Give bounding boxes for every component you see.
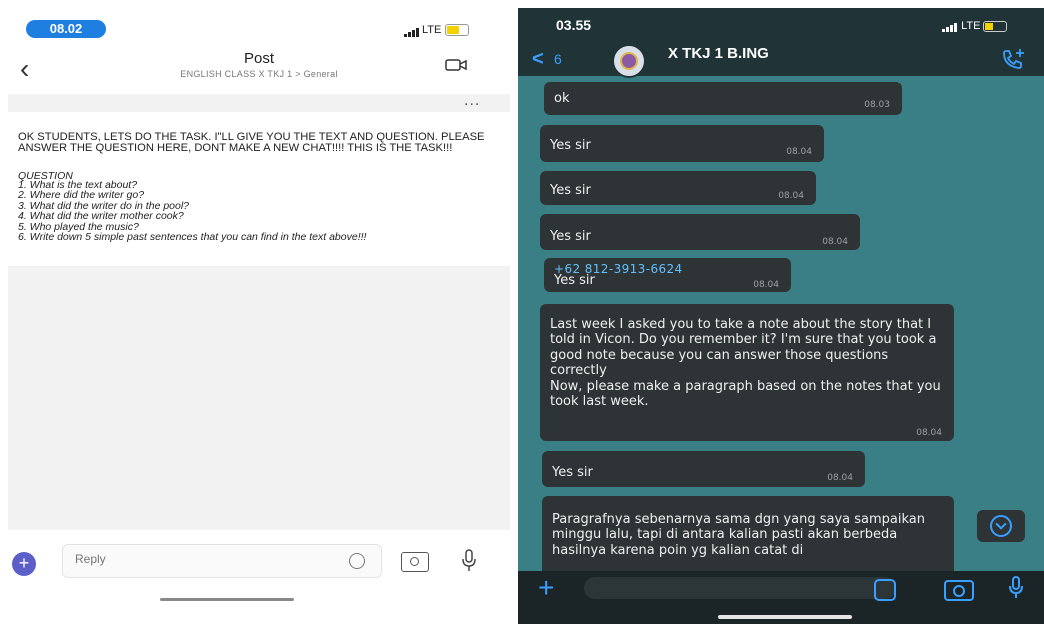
message-text: Yes sir xyxy=(550,229,591,244)
message-time: 08.04 xyxy=(753,280,779,290)
group-avatar[interactable] xyxy=(612,44,646,78)
message-time: 08.04 xyxy=(827,473,853,483)
question-item: 6. Write down 5 simple past sentences th… xyxy=(18,231,367,244)
message-time: 08.04 xyxy=(786,147,812,157)
chat-header: 03.55 LTE < 6 X TKJ 1 B.ING xyxy=(518,8,1044,78)
message-bubble[interactable]: Last week I asked you to take a note abo… xyxy=(540,304,954,441)
sticker-icon[interactable] xyxy=(874,579,896,601)
camera-icon[interactable] xyxy=(401,552,429,572)
network-label: LTE xyxy=(422,23,442,36)
reply-input[interactable] xyxy=(73,551,337,567)
microphone-icon[interactable] xyxy=(460,548,478,574)
message-bubble[interactable]: Yes sir 08.04 xyxy=(540,125,824,162)
signal-bars-icon xyxy=(404,23,420,37)
message-text: Last week I asked you to take a note abo… xyxy=(550,317,941,410)
network-label: LTE xyxy=(961,20,981,32)
video-call-icon[interactable] xyxy=(445,58,467,72)
signal-bars-icon xyxy=(942,20,958,32)
message-text: Paragrafnya sebenarnya sama dgn yang say… xyxy=(552,512,926,558)
message-text: Yes sir xyxy=(552,465,593,480)
message-time: 08.04 xyxy=(916,428,942,438)
home-indicator xyxy=(160,598,294,601)
add-attachment-button[interactable]: + xyxy=(12,552,36,576)
home-indicator xyxy=(718,615,852,619)
reply-bar: + xyxy=(8,530,510,614)
back-chevron-icon[interactable]: < xyxy=(532,48,544,71)
more-options-icon[interactable]: ... xyxy=(464,92,480,110)
message-text: Yes sir xyxy=(550,138,591,153)
battery-icon xyxy=(983,20,1008,32)
scroll-down-button[interactable] xyxy=(977,510,1025,542)
status-time: 08.02 xyxy=(26,20,106,38)
chevron-down-icon xyxy=(990,515,1012,537)
post-body: OK STUDENTS, LETS DO THE TASK. I"LL GIVE… xyxy=(18,131,485,154)
message-bubble[interactable]: Yes sir 08.04 xyxy=(542,451,865,487)
signal-indicator: LTE xyxy=(942,20,1008,32)
message-input[interactable] xyxy=(584,577,896,599)
status-time: 03.55 xyxy=(556,17,592,33)
channel-breadcrumb[interactable]: ENGLISH CLASS X TKJ 1 > General xyxy=(8,69,510,79)
composer-bar: + xyxy=(518,571,1044,624)
message-bubble[interactable]: ok 08.03 xyxy=(544,82,902,115)
emoji-icon[interactable] xyxy=(349,553,365,569)
message-time: 08.04 xyxy=(822,237,848,247)
message-time: 08.04 xyxy=(778,191,804,201)
message-bubble[interactable]: Paragrafnya sebenarnya sama dgn yang say… xyxy=(542,496,954,576)
whatsapp-screen: 03.55 LTE < 6 X TKJ 1 B.ING ok 08.03 Yes… xyxy=(518,8,1044,624)
teams-screen: 08.02 LTE ‹ Post ENGLISH CLASS X TKJ 1 >… xyxy=(8,8,510,614)
message-text: Yes sir xyxy=(554,273,595,288)
status-bar: 08.02 LTE xyxy=(8,8,510,44)
post-header: ‹ Post ENGLISH CLASS X TKJ 1 > General xyxy=(8,44,510,94)
chat-name[interactable]: X TKJ 1 B.ING xyxy=(668,45,769,62)
message-bubble[interactable]: Yes sir 08.04 xyxy=(540,171,816,205)
add-call-icon[interactable] xyxy=(1000,48,1026,70)
message-text: ok xyxy=(554,91,570,106)
message-bubble[interactable]: +62 812-3913-6624 Yes sir 08.04 xyxy=(544,258,791,292)
message-bubble[interactable]: Yes sir 08.04 xyxy=(540,214,860,250)
signal-indicator: LTE xyxy=(404,22,470,37)
unread-count[interactable]: 6 xyxy=(554,51,562,67)
message-time: 08.03 xyxy=(864,100,890,110)
message-text: Yes sir xyxy=(550,183,591,198)
attach-plus-icon[interactable]: + xyxy=(538,574,554,602)
page-title: Post xyxy=(243,50,274,67)
question-list: 1. What is the text about? 2. Where did … xyxy=(18,180,498,244)
battery-icon xyxy=(445,23,470,36)
camera-icon[interactable] xyxy=(944,580,974,601)
post-card: OK STUDENTS, LETS DO THE TASK. I"LL GIVE… xyxy=(8,112,510,266)
reply-box[interactable] xyxy=(62,544,382,578)
microphone-icon[interactable] xyxy=(1007,575,1025,601)
